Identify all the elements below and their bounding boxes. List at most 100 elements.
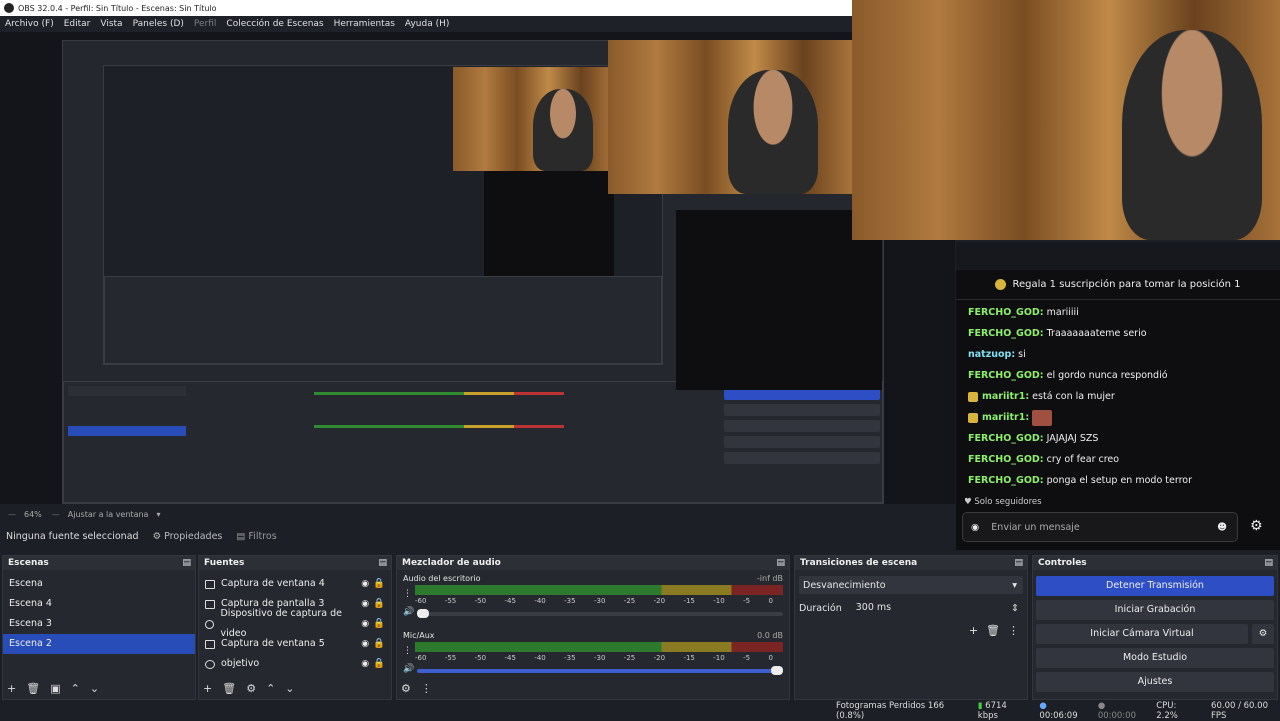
add-icon[interactable]: +: [7, 682, 16, 695]
duration-row: Duración 300 ms ⇕: [799, 600, 1023, 616]
zoom-plus-icon[interactable]: —: [52, 510, 60, 519]
lock-icon[interactable]: 🔒: [373, 614, 385, 634]
scene-item-selected[interactable]: Escena 2: [3, 634, 195, 654]
kebab-menu-icon[interactable]: ⋮: [421, 682, 432, 695]
emoji-icon[interactable]: ☻: [1217, 522, 1227, 533]
chat-settings-gear-icon[interactable]: ⚙: [1250, 518, 1263, 534]
menu-coleccion-escenas[interactable]: Colección de Escenas: [221, 19, 328, 29]
volume-meter: [415, 585, 783, 595]
zoom-minus-icon[interactable]: —: [8, 510, 16, 519]
gift-sub-banner[interactable]: Regala 1 suscripción para tomar la posic…: [956, 270, 1280, 300]
dock-menu-icon[interactable]: ▤: [182, 556, 191, 570]
kebab-menu-icon[interactable]: ⋮: [403, 589, 415, 599]
dropped-frames: Fotogramas Perdidos 166 (0.8%): [836, 701, 945, 721]
add-icon[interactable]: +: [969, 624, 978, 637]
fit-dropdown-icon[interactable]: ▾: [156, 510, 160, 519]
transitions-dock: Transiciones de escena ▤ Desvanecimiento ▾…: [794, 555, 1028, 700]
dock-menu-icon[interactable]: ▤: [378, 556, 387, 570]
mixer-toolbar: ⚙ ⋮: [401, 682, 432, 695]
followers-only-label: ♥ Solo seguidores: [964, 497, 1042, 507]
coin-icon: [995, 279, 1007, 290]
sources-dock: Fuentes ▤ Captura de ventana 4 ◉ 🔒 Captura …: [198, 555, 392, 700]
menu-perfil[interactable]: Perfil: [189, 19, 222, 29]
add-icon[interactable]: +: [203, 682, 212, 695]
chat-message: FERCHO_GOD: ponga el setup en modo terro…: [968, 475, 1192, 486]
nested-mixer: [314, 390, 564, 430]
menu-paneles[interactable]: Paneles (D): [128, 19, 189, 29]
scene-item[interactable]: Escena 3: [3, 614, 195, 634]
duration-input[interactable]: 300 ms: [851, 600, 1012, 616]
transition-select[interactable]: Desvanecimiento ▾: [799, 576, 1023, 594]
scenes-dock: Escenas ▤ Escena Escena 4 Escena 3 Escena…: [2, 555, 196, 700]
scene-item[interactable]: Escena: [3, 574, 195, 594]
window-capture-icon: [205, 579, 215, 589]
chat-message: FERCHO_GOD: mariiiii: [968, 307, 1079, 318]
stop-stream-button[interactable]: Detener Transmisión: [1036, 576, 1274, 596]
source-item[interactable]: objetivo ◉ 🔒: [199, 654, 391, 674]
move-up-icon[interactable]: ⌃: [266, 682, 275, 695]
sub-badge-icon: [968, 412, 978, 423]
visibility-eye-icon[interactable]: ◉: [361, 614, 369, 634]
menu-herramientas[interactable]: Herramientas: [329, 19, 400, 29]
visibility-eye-icon[interactable]: ◉: [361, 594, 369, 614]
dock-menu-icon[interactable]: ▤: [776, 556, 785, 570]
dock-menu-icon[interactable]: ▤: [1014, 556, 1023, 570]
gear-icon: ⚙: [152, 530, 162, 542]
kebab-menu-icon[interactable]: ⋮: [403, 646, 415, 656]
fit-window-label[interactable]: Ajustar a la ventana: [68, 510, 149, 519]
speaker-icon[interactable]: 🔊: [403, 664, 417, 674]
move-down-icon[interactable]: ⌄: [90, 682, 99, 695]
scene-item[interactable]: Escena 4: [3, 594, 195, 614]
move-up-icon[interactable]: ⌃: [71, 682, 80, 695]
nested-docks: [63, 381, 883, 503]
properties-button[interactable]: ⚙ Propiedades: [153, 531, 223, 542]
virtual-camera-button[interactable]: Iniciar Cámara Virtual: [1036, 624, 1248, 644]
chat-message: FERCHO_GOD: el gordo nunca respondió: [968, 370, 1168, 381]
camera-icon: [205, 619, 215, 629]
lock-icon[interactable]: 🔒: [373, 574, 385, 594]
preview-canvas[interactable]: [0, 32, 955, 504]
advanced-audio-icon[interactable]: ⚙: [401, 682, 411, 695]
obs-logo-icon: [4, 3, 14, 13]
source-item[interactable]: Captura de ventana 4 ◉ 🔒: [199, 574, 391, 594]
chat-message-input[interactable]: ◉ Enviar un mensaje ☻: [962, 512, 1238, 542]
volume-slider[interactable]: [417, 666, 783, 675]
transitions-header: Transiciones de escena ▤: [795, 556, 1027, 570]
cpu-usage: CPU: 2.2%: [1156, 701, 1178, 721]
settings-button[interactable]: Ajustes: [1036, 672, 1274, 692]
chat-messages: FERCHO_GOD: mariiiii FERCHO_GOD: Traaaaa…: [956, 300, 1280, 491]
lock-icon[interactable]: 🔒: [373, 634, 385, 654]
trash-icon[interactable]: 🗑: [222, 682, 236, 695]
move-down-icon[interactable]: ⌄: [285, 682, 294, 695]
studio-mode-button[interactable]: Modo Estudio: [1036, 648, 1274, 668]
menu-archivo[interactable]: Archivo (F): [0, 19, 59, 29]
dock-menu-icon[interactable]: ▤: [1264, 556, 1273, 570]
lock-icon[interactable]: 🔒: [373, 654, 385, 674]
menu-ayuda[interactable]: Ayuda (H): [400, 19, 454, 29]
scenes-toolbar: + 🗑 ▣ ⌃ ⌄: [7, 682, 99, 695]
source-item[interactable]: Dispositivo de captura de video ◉ 🔒: [199, 608, 391, 639]
kebab-menu-icon[interactable]: ⋮: [1008, 624, 1019, 637]
trash-icon[interactable]: 🗑: [26, 682, 40, 695]
visibility-eye-icon[interactable]: ◉: [361, 574, 369, 594]
gear-icon[interactable]: ⚙: [246, 682, 256, 695]
mixer-header: Mezclador de audio ▤: [397, 556, 789, 570]
menu-vista[interactable]: Vista: [95, 19, 127, 29]
visibility-eye-icon[interactable]: ◉: [361, 654, 369, 674]
source-item[interactable]: Captura de ventana 5 ◉ 🔒: [199, 634, 391, 654]
filter-icon[interactable]: ▣: [50, 682, 60, 695]
stepper-icon[interactable]: ⇕: [1011, 603, 1019, 614]
filters-button[interactable]: ▤ Filtros: [236, 531, 276, 542]
speaker-icon[interactable]: 🔊: [403, 607, 417, 617]
trash-icon[interactable]: 🗑: [986, 624, 1000, 637]
lock-icon[interactable]: 🔒: [373, 594, 385, 614]
volume-slider[interactable]: [417, 609, 783, 618]
visibility-eye-icon[interactable]: ◉: [361, 634, 369, 654]
start-recording-button[interactable]: Iniciar Grabación: [1036, 600, 1274, 620]
virtual-camera-gear-icon[interactable]: ⚙: [1252, 624, 1274, 644]
menu-editar[interactable]: Editar: [59, 19, 96, 29]
mixer-track: Mic/Aux 0.0 dB ⋮ -60 -55 -50 -45 -40 -35 -30 -25…: [397, 627, 789, 678]
preview-zoom-bar: — 64% — Ajustar a la ventana ▾: [0, 506, 955, 522]
track-name: Mic/Aux: [403, 631, 435, 640]
chevron-down-icon: ▾: [1012, 579, 1017, 591]
